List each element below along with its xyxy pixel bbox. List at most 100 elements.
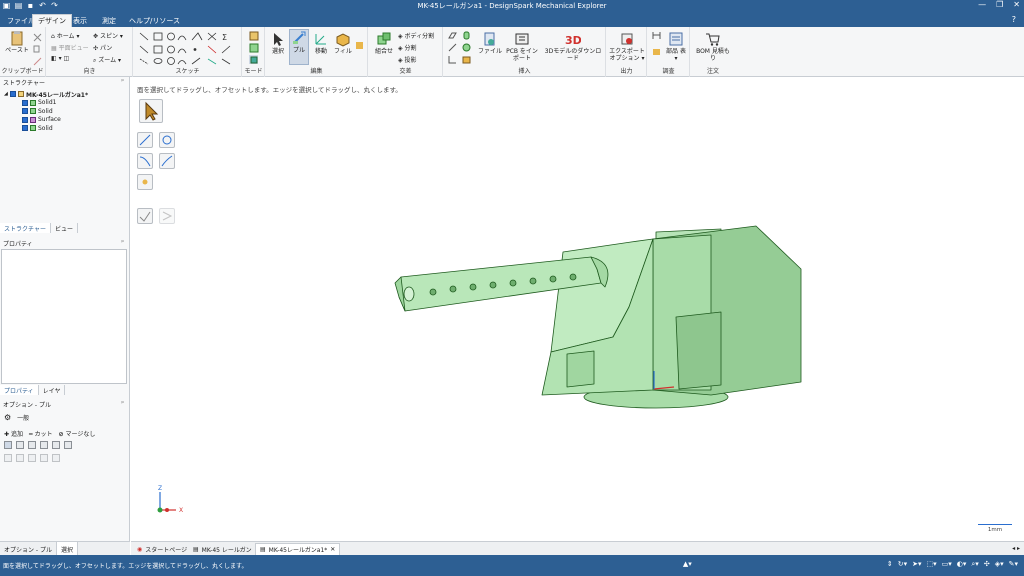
- menu-tab-design[interactable]: デザイン: [32, 14, 72, 27]
- project-button[interactable]: ◈ 投影: [398, 55, 417, 64]
- origin-icon[interactable]: [448, 55, 457, 64]
- 3d-viewport[interactable]: 面を選択してドラッグし、オフセットします。エッジを選択してドラッグし、丸くします…: [131, 77, 1024, 541]
- warning-icon[interactable]: ▲▾: [683, 560, 692, 569]
- pull-blend-tool[interactable]: [137, 174, 153, 190]
- view-cube-button[interactable]: ◧ ▾ ◫: [51, 55, 69, 62]
- pull-option-tool[interactable]: [64, 441, 72, 449]
- pull-button[interactable]: プル: [289, 29, 309, 65]
- visibility-checkbox[interactable]: [22, 125, 28, 132]
- axis-icon[interactable]: [448, 43, 457, 52]
- menu-tab-view[interactable]: 表示: [68, 15, 92, 27]
- tree-item[interactable]: Surface: [4, 116, 128, 125]
- pull-option-tool[interactable]: [4, 454, 12, 462]
- tab-scroll-arrows[interactable]: ◂ ▸: [1012, 545, 1020, 552]
- pull-revolve-tool[interactable]: [159, 132, 175, 148]
- pull-option-tool[interactable]: [16, 454, 24, 462]
- up-to-tool[interactable]: [159, 208, 175, 224]
- tree-item[interactable]: Solid1: [4, 99, 128, 108]
- pull-option-tool[interactable]: [52, 441, 60, 449]
- minimize-button[interactable]: —: [978, 0, 986, 9]
- view-mode-icon[interactable]: ◐▾: [957, 560, 967, 569]
- home-view-button[interactable]: ⌂ ホーム ▾: [51, 31, 79, 40]
- pull-option-tool[interactable]: [28, 441, 36, 449]
- section-mode-icon[interactable]: [249, 43, 259, 53]
- display-icon[interactable]: ▭▾: [942, 560, 952, 569]
- railgun-model[interactable]: z: [391, 217, 811, 417]
- split-body-button[interactable]: ◈ ボディ分割: [398, 31, 434, 40]
- format-icon[interactable]: [33, 57, 42, 66]
- menu-tab-help[interactable]: ヘルプ/リソース: [124, 15, 185, 27]
- close-tab-button[interactable]: ✕: [330, 546, 335, 553]
- pull-option-tool[interactable]: [40, 441, 48, 449]
- cylinder-icon[interactable]: [462, 31, 471, 40]
- sketch-tools-icon[interactable]: Σ: [138, 31, 238, 65]
- visibility-checkbox[interactable]: [22, 108, 28, 115]
- pan-button[interactable]: ✣ パン: [93, 43, 112, 52]
- side-panel[interactable]: [675, 311, 722, 390]
- combine-button[interactable]: 組合せ: [372, 31, 396, 55]
- visibility-checkbox[interactable]: [22, 116, 28, 123]
- pin-icon[interactable]: ᵖ: [121, 78, 124, 85]
- fill-button[interactable]: フィル: [333, 31, 353, 55]
- restore-button[interactable]: ❐: [996, 0, 1003, 9]
- pull-option-tool[interactable]: [16, 441, 24, 449]
- cut-option[interactable]: ━ カット: [29, 429, 53, 438]
- pull-draft-tool[interactable]: [159, 153, 175, 169]
- visibility-checkbox[interactable]: [22, 99, 28, 106]
- pull-direction-tool[interactable]: [137, 132, 153, 148]
- mass-icon[interactable]: [652, 47, 661, 56]
- 3d-model-download-button[interactable]: 3D 3Dモデルのダウンロード: [542, 31, 604, 62]
- pan-icon[interactable]: ✣: [984, 560, 990, 569]
- pin-icon[interactable]: ᵖ: [121, 400, 124, 407]
- plane-view-button[interactable]: ▦ 平面ビュー: [51, 43, 89, 52]
- options-general-row[interactable]: ⚙ 一般: [4, 413, 29, 422]
- pull-sweep-tool[interactable]: [137, 153, 153, 169]
- plane-icon[interactable]: [448, 31, 457, 40]
- parts-list-button[interactable]: 部品 表 ▾: [664, 31, 688, 62]
- paste-button[interactable]: ペースト: [5, 30, 29, 54]
- close-window-button[interactable]: ✕: [1013, 0, 1020, 9]
- shell-icon[interactable]: [462, 55, 471, 64]
- selection-box-icon[interactable]: ⬚▾: [926, 560, 936, 569]
- tree-item[interactable]: Solid: [4, 107, 128, 116]
- split-button[interactable]: ◈ 分割: [398, 43, 417, 52]
- pull-option-tool[interactable]: [4, 441, 12, 449]
- spin-button[interactable]: ✥ スピン ▾: [93, 31, 123, 40]
- no-merge-option[interactable]: ⊘ マージなし: [59, 429, 96, 438]
- select-button[interactable]: 選択: [268, 31, 288, 55]
- select-tool-button[interactable]: [139, 99, 163, 123]
- menu-tab-measure[interactable]: 測定: [97, 15, 121, 27]
- sketch-mode-icon[interactable]: [249, 31, 259, 41]
- orient-icon[interactable]: ◈▾: [995, 560, 1004, 569]
- tab-properties[interactable]: プロパティ: [0, 385, 39, 395]
- tab-options-pull[interactable]: オプション - プル: [0, 542, 57, 555]
- pin-icon[interactable]: ᵖ: [121, 239, 124, 246]
- tab-views[interactable]: ビュー: [51, 223, 78, 233]
- pencil-icon[interactable]: ✎▾: [1009, 560, 1018, 569]
- tree-root[interactable]: ◢ MK-45レールガンa1*: [4, 90, 128, 99]
- rotate-icon[interactable]: ↻▾: [898, 560, 907, 569]
- bom-quote-button[interactable]: BOM 見積も り: [693, 31, 733, 62]
- 3d-mode-icon[interactable]: [249, 55, 258, 64]
- export-options-button[interactable]: エクスポート オプション ▾: [608, 31, 646, 62]
- insert-file-button[interactable]: ファイル: [478, 31, 502, 55]
- replace-icon[interactable]: [355, 41, 364, 50]
- add-option[interactable]: ✚ 追加: [4, 429, 23, 438]
- access-panel[interactable]: [566, 350, 595, 388]
- doc-tab-railgun-a1[interactable]: ▤ MK-45レールガンa1* ✕: [255, 543, 341, 555]
- doc-tab-railgun[interactable]: ▤ MK-45 レールガン: [189, 543, 256, 555]
- tab-structure[interactable]: ストラクチャー: [0, 223, 51, 233]
- help-icon[interactable]: ?: [1012, 15, 1016, 24]
- tree-item[interactable]: Solid: [4, 124, 128, 133]
- tab-layers[interactable]: レイヤ: [39, 385, 66, 395]
- complete-tool[interactable]: [137, 208, 153, 224]
- doc-tab-start-page[interactable]: ◉ スタートページ: [133, 543, 191, 555]
- sphere-icon[interactable]: [462, 43, 471, 52]
- tab-selection[interactable]: 選択: [56, 542, 78, 555]
- zoom-icon[interactable]: ⌕▾: [971, 560, 978, 569]
- pull-option-tool[interactable]: [28, 454, 36, 462]
- cursor-icon[interactable]: ➤▾: [912, 560, 921, 569]
- pull-option-tool[interactable]: [52, 454, 60, 462]
- copy-icon[interactable]: [33, 45, 42, 54]
- zoom-button[interactable]: ⌕ ズーム ▾: [93, 55, 121, 65]
